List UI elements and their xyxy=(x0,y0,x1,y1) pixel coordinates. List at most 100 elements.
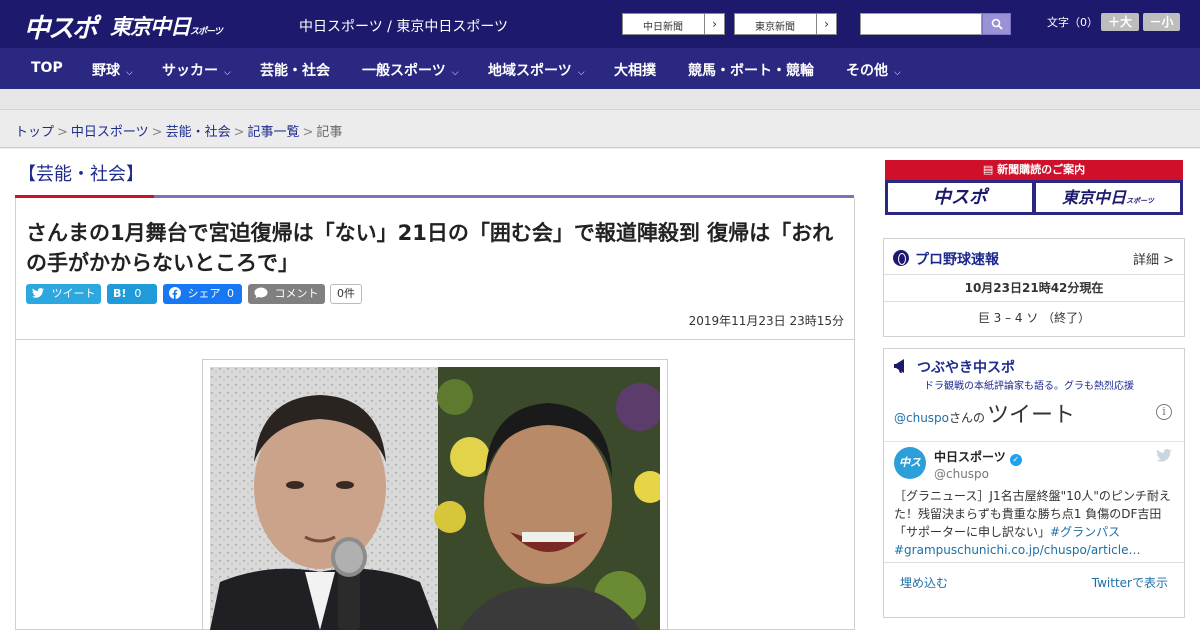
tweet-hashtag[interactable]: #グランパス xyxy=(1050,525,1120,539)
article-divider xyxy=(16,339,854,340)
twitter-bird-icon xyxy=(32,288,44,298)
breadcrumb-entertainment[interactable]: 芸能・社会 xyxy=(166,125,231,140)
baseball-detail-link[interactable]: 詳細 > xyxy=(1133,249,1174,268)
subscription-title-text: 新聞購読のご案内 xyxy=(997,163,1086,176)
subscribe-tokyo-chunichi-small: スポーツ xyxy=(1126,197,1154,205)
subscription-banner[interactable]: ▤ 新聞購読のご案内 中スポ 東京中日スポーツ xyxy=(884,159,1184,216)
chevron-down-icon: ⌵ xyxy=(577,68,585,78)
baseball-scores-panel: プロ野球速報 詳細 > 10月23日21時42分現在 巨 3 – 4 ソ （終了… xyxy=(883,238,1185,337)
nav-label: 一般スポーツ xyxy=(362,63,446,79)
facebook-share-button[interactable]: シェア 0 xyxy=(163,284,242,304)
tokyo-chunichi-logo[interactable]: 東京中日スポーツ xyxy=(110,11,223,41)
tweet-author-name[interactable]: 中日スポーツ ✓ xyxy=(934,448,1022,466)
nav-racing[interactable]: 競馬・ボート・競輪 xyxy=(688,60,814,80)
tweet-author-label: 中日スポーツ xyxy=(934,450,1006,464)
chevron-down-icon: ⌵ xyxy=(894,68,901,78)
nav-other[interactable]: その他 ⌵ xyxy=(846,60,901,80)
comment-button[interactable]: コメント xyxy=(248,284,325,304)
tweet-text: ［グラニュース］J1名古屋終盤"10人"のピンチ耐えた！残留決まらずも貴重な勝ち… xyxy=(894,487,1178,559)
twitter-bird-icon[interactable] xyxy=(1156,449,1172,462)
hatena-bookmark-button[interactable]: B! 0 xyxy=(107,284,157,304)
tweets-footer: 埋め込む Twitterで表示 xyxy=(884,562,1184,597)
tweets-header-suffix: さんの xyxy=(949,411,986,425)
tweets-header-title: ツイート xyxy=(987,403,1076,428)
facebook-share-label: シェア xyxy=(187,287,221,300)
breadcrumb-top[interactable]: トップ xyxy=(15,125,54,140)
tokyo-shimbun-link[interactable]: 東京新聞 › xyxy=(734,13,837,35)
tweet-link[interactable]: #grampuschunichi.co.jp/chuspo/article… xyxy=(894,543,1140,557)
breadcrumb-chunichi-sports[interactable]: 中日スポーツ xyxy=(71,125,149,140)
breadcrumb-separator: > xyxy=(302,125,314,140)
nav-baseball[interactable]: 野球 ⌵ xyxy=(92,60,133,80)
nav-sumo[interactable]: 大相撲 xyxy=(614,60,656,80)
chevron-down-icon: ⌵ xyxy=(224,68,231,78)
breadcrumb-bar: トップ > 中日スポーツ > 芸能・社会 > 記事一覧 > 記事 xyxy=(0,111,1200,148)
chevron-right-icon: › xyxy=(704,14,724,34)
tsubuyaki-subtitle: ドラ観戦の本紙評論家も語る。グラも熱烈応援 xyxy=(924,381,1134,392)
tweets-divider xyxy=(884,441,1184,442)
nav-local-sports[interactable]: 地域スポーツ ⌵ xyxy=(488,60,585,80)
verified-icon: ✓ xyxy=(1009,454,1022,466)
avatar[interactable]: 中スポ xyxy=(894,447,926,479)
breadcrumb: トップ > 中日スポーツ > 芸能・社会 > 記事一覧 > 記事 xyxy=(15,121,342,140)
chevron-right-icon: › xyxy=(816,14,836,34)
view-on-twitter-link[interactable]: Twitterで表示 xyxy=(1092,574,1168,591)
chevron-down-icon: ⌵ xyxy=(451,68,459,78)
comment-label: コメント xyxy=(274,287,319,300)
main-nav: TOP 野球 ⌵ サッカー ⌵ 芸能・社会 一般スポーツ ⌵ 地域スポーツ ⌵ 大相撲 … xyxy=(0,48,1200,89)
tweet-body: ［グラニュース］J1名古屋終盤"10人"のピンチ耐えた！残留決まらずも貴重な勝ち… xyxy=(894,489,1171,539)
nav-label: TOP xyxy=(31,60,63,76)
article-date: 2019年11月23日 23時15分 xyxy=(688,314,844,328)
hatena-count: 0 xyxy=(134,287,142,300)
breadcrumb-article-list[interactable]: 記事一覧 xyxy=(248,125,300,140)
chunichi-shimbun-label: 中日新聞 xyxy=(643,22,683,33)
tsubuyaki-panel: つぶやき中スポ ドラ観戦の本紙評論家も語る。グラも熱烈応援 @chuspoさんの… xyxy=(883,348,1185,618)
nav-top[interactable]: TOP xyxy=(31,60,63,76)
hatena-icon: B! xyxy=(113,287,127,300)
subscribe-chuspo-button[interactable]: 中スポ xyxy=(888,183,1032,212)
tokyo-chunichi-logo-text: 東京中日 xyxy=(110,15,191,39)
tweet-button[interactable]: ツイート xyxy=(26,284,101,304)
tsubuyaki-title: つぶやき中スポ xyxy=(917,360,1015,376)
nav-entertainment[interactable]: 芸能・社会 xyxy=(260,60,330,80)
chuspo-logo[interactable]: 中スポ xyxy=(24,8,98,45)
facebook-share-count: 0 xyxy=(227,287,234,300)
breadcrumb-separator: > xyxy=(57,125,68,140)
baseball-score-row[interactable]: 巨 3 – 4 ソ （終了） xyxy=(884,301,1184,336)
tweets-header: @chuspoさんのツイート xyxy=(894,397,1075,429)
nav-soccer[interactable]: サッカー ⌵ xyxy=(162,60,231,80)
site-names: 中日スポーツ / 東京中日スポーツ xyxy=(299,19,509,35)
speech-bubble-icon xyxy=(254,287,268,299)
chunichi-shimbun-link[interactable]: 中日新聞 › xyxy=(622,13,725,35)
breadcrumb-separator: > xyxy=(151,125,163,140)
tokyo-chunichi-logo-small: スポーツ xyxy=(190,27,223,37)
baseball-icon xyxy=(893,250,909,266)
nav-label: サッカー xyxy=(162,63,218,79)
facebook-icon xyxy=(169,287,181,299)
embed-link[interactable]: 埋め込む xyxy=(900,574,948,591)
article-photo[interactable] xyxy=(210,367,660,630)
search-button[interactable] xyxy=(982,13,1011,35)
nav-label: その他 xyxy=(846,63,888,79)
tokyo-shimbun-label: 東京新聞 xyxy=(755,22,795,33)
subscription-title: ▤ 新聞購読のご案内 xyxy=(885,160,1183,180)
breadcrumb-separator: > xyxy=(233,125,245,140)
nav-label: 芸能・社会 xyxy=(260,63,330,79)
tweet-author-handle[interactable]: @chuspo xyxy=(934,467,989,481)
tweets-header-handle[interactable]: @chuspo xyxy=(894,411,949,425)
nav-label: 大相撲 xyxy=(614,63,656,79)
subscribe-tokyo-chunichi-button[interactable]: 東京中日スポーツ xyxy=(1036,183,1180,212)
article-photo-image xyxy=(210,367,660,630)
search-input[interactable] xyxy=(860,13,982,35)
nav-label: 競馬・ボート・競輪 xyxy=(688,63,814,79)
search-icon xyxy=(991,18,1003,30)
font-size-label: 文字（0） xyxy=(1047,16,1098,29)
info-icon[interactable]: i xyxy=(1156,404,1172,420)
megaphone-icon xyxy=(894,359,904,373)
font-smaller-button[interactable]: －小 xyxy=(1143,13,1180,31)
nav-general-sports[interactable]: 一般スポーツ ⌵ xyxy=(362,60,459,80)
ad-strip xyxy=(0,89,1200,110)
tweet-label: ツイート xyxy=(51,287,96,300)
chevron-down-icon: ⌵ xyxy=(126,68,133,78)
font-larger-button[interactable]: ＋大 xyxy=(1101,13,1139,31)
